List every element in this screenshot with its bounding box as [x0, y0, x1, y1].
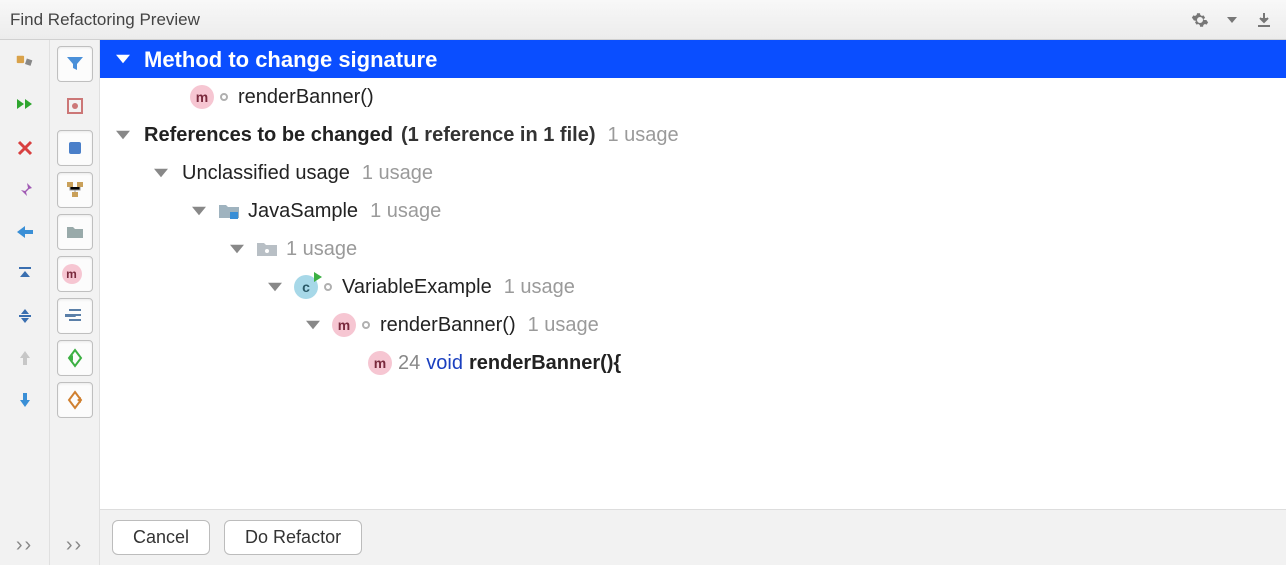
method-icon: m: [332, 313, 356, 337]
download-icon[interactable]: [1252, 8, 1276, 32]
back-button[interactable]: [7, 214, 43, 250]
pin-button[interactable]: [7, 172, 43, 208]
close-button[interactable]: [7, 130, 43, 166]
refs-label: References to be changed: [144, 120, 393, 150]
class-usage: 1 usage: [504, 272, 575, 302]
more-left-1[interactable]: ››: [6, 534, 43, 557]
target-method-label: renderBanner(): [238, 82, 374, 112]
refs-usage: 1 usage: [608, 120, 679, 150]
cancel-button[interactable]: Cancel: [112, 520, 210, 555]
prev-button[interactable]: [7, 340, 43, 376]
class-icon: c: [294, 275, 318, 299]
expand-icon[interactable]: [114, 50, 132, 68]
unclassified-label: Unclassified usage: [182, 158, 350, 188]
refs-count: (1 reference in 1 file): [401, 120, 596, 150]
line-signature: renderBanner(){: [469, 348, 621, 378]
next-button[interactable]: [7, 382, 43, 418]
package-icon: [256, 240, 278, 258]
collapse-top-button[interactable]: [7, 256, 43, 292]
module-icon: [218, 202, 240, 220]
target-method-row[interactable]: m renderBanner(): [100, 78, 1286, 116]
collapse-bottom-button[interactable]: [7, 298, 43, 334]
tree-button[interactable]: [57, 172, 93, 208]
method-icon: m: [368, 351, 392, 375]
refs-group-row[interactable]: References to be changed (1 reference in…: [100, 116, 1286, 154]
square-button[interactable]: [57, 130, 93, 166]
filter-button[interactable]: [57, 46, 93, 82]
folder-group-button[interactable]: [57, 214, 93, 250]
method-usage: 1 usage: [528, 310, 599, 340]
tree-header-row[interactable]: Method to change signature: [100, 40, 1286, 78]
more-left-2[interactable]: ››: [56, 534, 93, 557]
visibility-dot-icon: [220, 93, 228, 101]
class-label: VariableExample: [342, 272, 492, 302]
method-label: renderBanner(): [380, 310, 516, 340]
expand-icon[interactable]: [152, 164, 170, 182]
method-icon: m: [190, 85, 214, 109]
window-title: Find Refactoring Preview: [10, 10, 1180, 30]
tree-header-label: Method to change signature: [144, 43, 437, 76]
merge-in-button[interactable]: [57, 340, 93, 376]
dropdown-icon[interactable]: [1220, 8, 1244, 32]
main-panel: Method to change signature m renderBanne…: [100, 40, 1286, 565]
module-usage: 1 usage: [370, 196, 441, 226]
footer: Cancel Do Refactor: [100, 509, 1286, 565]
toolbar-left-2: m ››: [50, 40, 100, 565]
merge-out-button[interactable]: [57, 382, 93, 418]
settings-tool-button[interactable]: [7, 46, 43, 82]
expand-icon[interactable]: [228, 240, 246, 258]
method-group-button[interactable]: m: [57, 256, 93, 292]
package-row[interactable]: 1 usage: [100, 230, 1286, 268]
rerun-button[interactable]: [7, 88, 43, 124]
gear-icon[interactable]: [1188, 8, 1212, 32]
keyword-void: void: [426, 348, 463, 378]
method-row[interactable]: m renderBanner() 1 usage: [100, 306, 1286, 344]
target-button[interactable]: [57, 88, 93, 124]
expand-icon[interactable]: [304, 316, 322, 334]
class-row[interactable]: c VariableExample 1 usage: [100, 268, 1286, 306]
module-row[interactable]: JavaSample 1 usage: [100, 192, 1286, 230]
sort-button[interactable]: [57, 298, 93, 334]
visibility-dot-icon: [362, 321, 370, 329]
unclassified-usage: 1 usage: [362, 158, 433, 188]
module-label: JavaSample: [248, 196, 358, 226]
package-usage: 1 usage: [286, 234, 357, 264]
line-number: 24: [398, 348, 420, 378]
usage-line-row[interactable]: m 24 void renderBanner(){: [100, 344, 1286, 382]
expand-icon[interactable]: [114, 126, 132, 144]
title-bar: Find Refactoring Preview: [0, 0, 1286, 40]
results-tree[interactable]: Method to change signature m renderBanne…: [100, 40, 1286, 509]
visibility-dot-icon: [324, 283, 332, 291]
expand-icon[interactable]: [190, 202, 208, 220]
unclassified-row[interactable]: Unclassified usage 1 usage: [100, 154, 1286, 192]
expand-icon[interactable]: [266, 278, 284, 296]
do-refactor-button[interactable]: Do Refactor: [224, 520, 362, 555]
toolbar-left-1: ››: [0, 40, 50, 565]
